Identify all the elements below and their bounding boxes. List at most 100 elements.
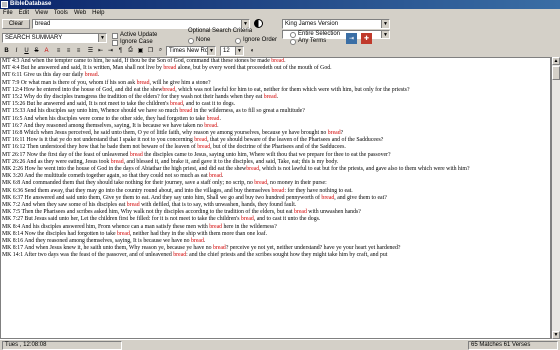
verse-text: MK 8:16 And they reasoned among themselv… <box>2 238 191 245</box>
outdent-icon[interactable]: ⇤ <box>96 46 105 55</box>
scroll-down-icon[interactable]: ▼ <box>552 331 560 339</box>
chevron-down-icon[interactable]: ▼ <box>381 31 389 38</box>
verse-text: . <box>221 173 224 180</box>
chevron-down-icon[interactable]: ▼ <box>98 34 106 42</box>
verse-row[interactable]: MT 12:4 How he entered into the house of… <box>2 87 550 94</box>
verse-row[interactable]: MT 15:2 Why do thy disciples transgress … <box>2 94 550 101</box>
verse-row[interactable]: MT 4:4 But he answered and said, It is w… <box>2 65 550 72</box>
verse-text: MK 6:8 And commanded them that they shou… <box>2 180 255 187</box>
chevron-down-icon[interactable]: ▼ <box>235 47 243 55</box>
checkbox-box[interactable] <box>112 39 118 46</box>
text-color-icon[interactable]: A <box>42 46 51 55</box>
verse-text: alone, but by every word that proceedeth… <box>176 65 332 72</box>
verse-row[interactable]: MT 6:11 Give us this day our daily bread… <box>2 72 550 79</box>
verse-row[interactable]: MT 16:7 And they reasoned among themselv… <box>2 123 550 130</box>
match-highlight: bread <box>321 194 335 201</box>
align-right-icon[interactable]: ≡ <box>74 46 83 55</box>
verse-text: MK 6:36 Send them away, that they may go… <box>2 187 272 194</box>
option-none-radio[interactable]: None <box>188 37 210 44</box>
bullets-icon[interactable]: ☰ <box>86 46 95 55</box>
match-highlight: bread <box>204 122 218 129</box>
align-center-icon[interactable]: ≡ <box>64 46 73 55</box>
verse-row[interactable]: MT 16:5 And when his disciples were come… <box>2 116 550 123</box>
italic-icon[interactable]: I <box>12 46 21 55</box>
menu-tools[interactable]: Tools <box>54 9 68 18</box>
verse-row[interactable]: MT 26:17 Now the first day of the feast … <box>2 152 550 159</box>
summary-select[interactable]: SEARCH SUMMARY ▼ <box>2 33 107 43</box>
verse-row[interactable]: MK 8:4 And his disciples answered him, F… <box>2 224 550 231</box>
clear-button[interactable]: Clear <box>2 19 30 29</box>
match-highlight: bread <box>209 173 222 180</box>
bold-icon[interactable]: B <box>2 46 11 55</box>
verse-text: the disciples came to Jesus, saying unto… <box>142 151 391 158</box>
verse-text: , which is not lawful to eat but for the… <box>259 166 470 173</box>
verse-results-pane[interactable]: MT 4:3 And when the tempter came to him,… <box>0 57 551 339</box>
copy-icon[interactable]: ❐ <box>146 46 155 55</box>
verse-text: MK 7:2 And when they saw some of his dis… <box>2 202 127 209</box>
verse-text: , no money in their purse: <box>267 180 327 187</box>
app-icon <box>1 1 8 8</box>
version-select[interactable]: King James Version ▼ <box>282 19 390 29</box>
verse-row[interactable]: MK 8:16 And they reasoned among themselv… <box>2 238 550 245</box>
verse-row[interactable]: MK 6:37 He answered and said unto them, … <box>2 195 550 202</box>
save-icon[interactable]: ▣ <box>136 46 145 55</box>
verse-text: MK 8:17 And when Jesus knew it, he saith… <box>2 245 213 252</box>
underline-icon[interactable]: U <box>22 46 31 55</box>
menu-view[interactable]: View <box>35 9 48 18</box>
export-icon[interactable]: ⇥ <box>346 33 357 44</box>
checkbox-box[interactable] <box>112 32 118 39</box>
option-ignore-order-radio[interactable]: Ignore Order <box>235 37 277 44</box>
align-left-icon[interactable]: ≡ <box>54 46 63 55</box>
verse-text: MT 16:7 And they reasoned among themselv… <box>2 122 205 129</box>
chevron-down-icon[interactable]: ▼ <box>381 20 389 28</box>
verse-text: . <box>203 238 206 245</box>
verse-text: MK 8:4 And his disciples answered him, F… <box>2 223 210 230</box>
verse-row[interactable]: MK 7:27 But Jesus said unto her, Let the… <box>2 216 550 223</box>
chevron-down-icon[interactable]: ▼ <box>207 47 215 55</box>
strikethrough-icon[interactable]: S <box>32 46 41 55</box>
active-update-checkbox[interactable]: Active Update <box>112 32 157 39</box>
font-select[interactable]: Times New Rom ▼ <box>166 46 216 56</box>
font-size-select[interactable]: 12 ▼ <box>220 46 244 56</box>
find-icon[interactable]: ⌕ <box>156 46 165 55</box>
bookmark-icon[interactable]: ✚ <box>361 33 372 44</box>
verse-row[interactable]: MT 15:33 And his disciples say unto him,… <box>2 108 550 115</box>
verse-text: MT 26:26 And as they were eating, Jesus … <box>2 158 111 165</box>
verse-row[interactable]: MT 16:12 Then understood they how that h… <box>2 144 550 151</box>
option-any-terms-radio[interactable]: Any Terms <box>290 38 326 45</box>
print-icon[interactable]: ⎙ <box>126 46 135 55</box>
ignore-case-label: Ignore Case <box>120 39 153 45</box>
chevron-down-icon[interactable]: ▼ <box>241 20 249 28</box>
verse-row[interactable]: MT 7:9 Or what man is there of you, whom… <box>2 80 550 87</box>
verse-row[interactable]: MK 2:26 How he went into the house of Go… <box>2 166 550 173</box>
scroll-thumb[interactable] <box>552 66 560 80</box>
match-highlight: bread <box>84 72 98 79</box>
option-entire-selection-radio[interactable]: Entire Selection <box>290 31 340 38</box>
verse-row[interactable]: MT 26:26 And as they were eating, Jesus … <box>2 159 550 166</box>
menu-edit[interactable]: Edit <box>19 9 29 18</box>
match-highlight: bread <box>110 158 124 165</box>
paragraph-icon[interactable]: ¶ <box>116 46 125 55</box>
radio-circle[interactable] <box>290 31 296 38</box>
menu-web[interactable]: Web <box>74 9 86 18</box>
menu-file[interactable]: File <box>3 9 13 18</box>
contrast-icon[interactable] <box>254 19 263 28</box>
color-icon[interactable]: ◐ <box>248 46 257 55</box>
verse-row[interactable]: MK 14:1 After two days was the feast of … <box>2 252 550 259</box>
indent-icon[interactable]: ⇥ <box>106 46 115 55</box>
menu-help[interactable]: Help <box>92 9 104 18</box>
radio-circle[interactable] <box>235 37 241 44</box>
ignore-case-checkbox[interactable]: Ignore Case <box>112 39 153 46</box>
verse-row[interactable]: MK 6:36 Send them away, that they may go… <box>2 188 550 195</box>
italic-label: I <box>15 47 18 54</box>
match-highlight: bread <box>191 238 204 245</box>
radio-circle[interactable] <box>188 37 194 44</box>
vertical-scrollbar[interactable]: ▲ ▼ <box>551 57 560 339</box>
verse-text: ? perceive ye not yet, neither understan… <box>225 245 401 252</box>
radio-circle[interactable] <box>290 38 296 45</box>
verse-row[interactable]: MK 6:8 And commanded them that they shou… <box>2 180 550 187</box>
scroll-up-icon[interactable]: ▲ <box>552 57 560 65</box>
verse-row[interactable]: MK 8:14 Now the disciples had forgotten … <box>2 231 550 238</box>
option-none-label: None <box>196 37 211 43</box>
verse-text: : for they have nothing to eat. <box>284 187 353 194</box>
